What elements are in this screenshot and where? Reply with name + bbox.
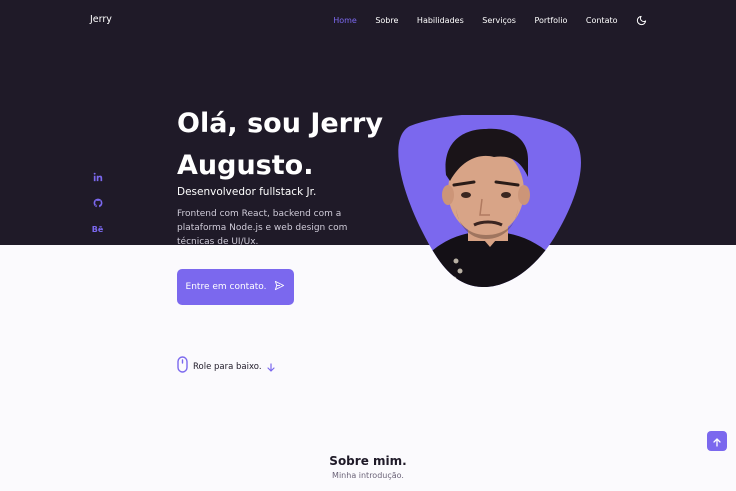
logo[interactable]: Jerry xyxy=(90,14,112,25)
social-links: Bē xyxy=(91,171,104,235)
send-icon xyxy=(274,280,285,294)
hero-description: Frontend com React, backend com a plataf… xyxy=(177,209,348,245)
scroll-down-link[interactable]: Role para baixo. xyxy=(177,356,275,377)
about-title: Sobre mim. xyxy=(329,454,407,468)
nav-links: Home Sobre Habilidades Serviços Portfoli… xyxy=(333,15,647,26)
contact-button[interactable]: Entre em contato. xyxy=(177,269,294,305)
nav-sobre[interactable]: Sobre xyxy=(375,16,398,25)
contact-button-label: Entre em contato. xyxy=(185,282,267,292)
moon-icon[interactable] xyxy=(636,15,647,26)
hero-description-overflow: Frontend com React, backend com a plataf… xyxy=(177,245,382,259)
nav-servicos[interactable]: Serviços xyxy=(482,16,516,25)
arrow-down-icon xyxy=(266,357,275,376)
nav-home[interactable]: Home xyxy=(333,16,357,25)
profile-photo-blob xyxy=(398,115,581,288)
about-subtitle: Minha introdução. xyxy=(332,471,404,480)
github-icon[interactable] xyxy=(91,197,104,209)
linkedin-icon[interactable] xyxy=(91,171,104,183)
hero-subtitle: Desenvolvedor fullstack Jr. xyxy=(177,186,317,198)
mouse-icon xyxy=(177,356,188,377)
scroll-down-label: Role para baixo. xyxy=(193,361,262,372)
nav-portfolio[interactable]: Portfolio xyxy=(534,16,567,25)
scroll-up-button[interactable] xyxy=(707,431,727,451)
behance-icon[interactable]: Bē xyxy=(91,223,104,235)
arrow-up-icon xyxy=(713,432,721,451)
top-nav: Jerry Home Sobre Habilidades Serviços Po… xyxy=(0,0,736,40)
hero-greeting: Olá, sou Jerry Augusto. xyxy=(177,108,383,181)
nav-contato[interactable]: Contato xyxy=(586,16,618,25)
nav-habilidades[interactable]: Habilidades xyxy=(417,16,464,25)
